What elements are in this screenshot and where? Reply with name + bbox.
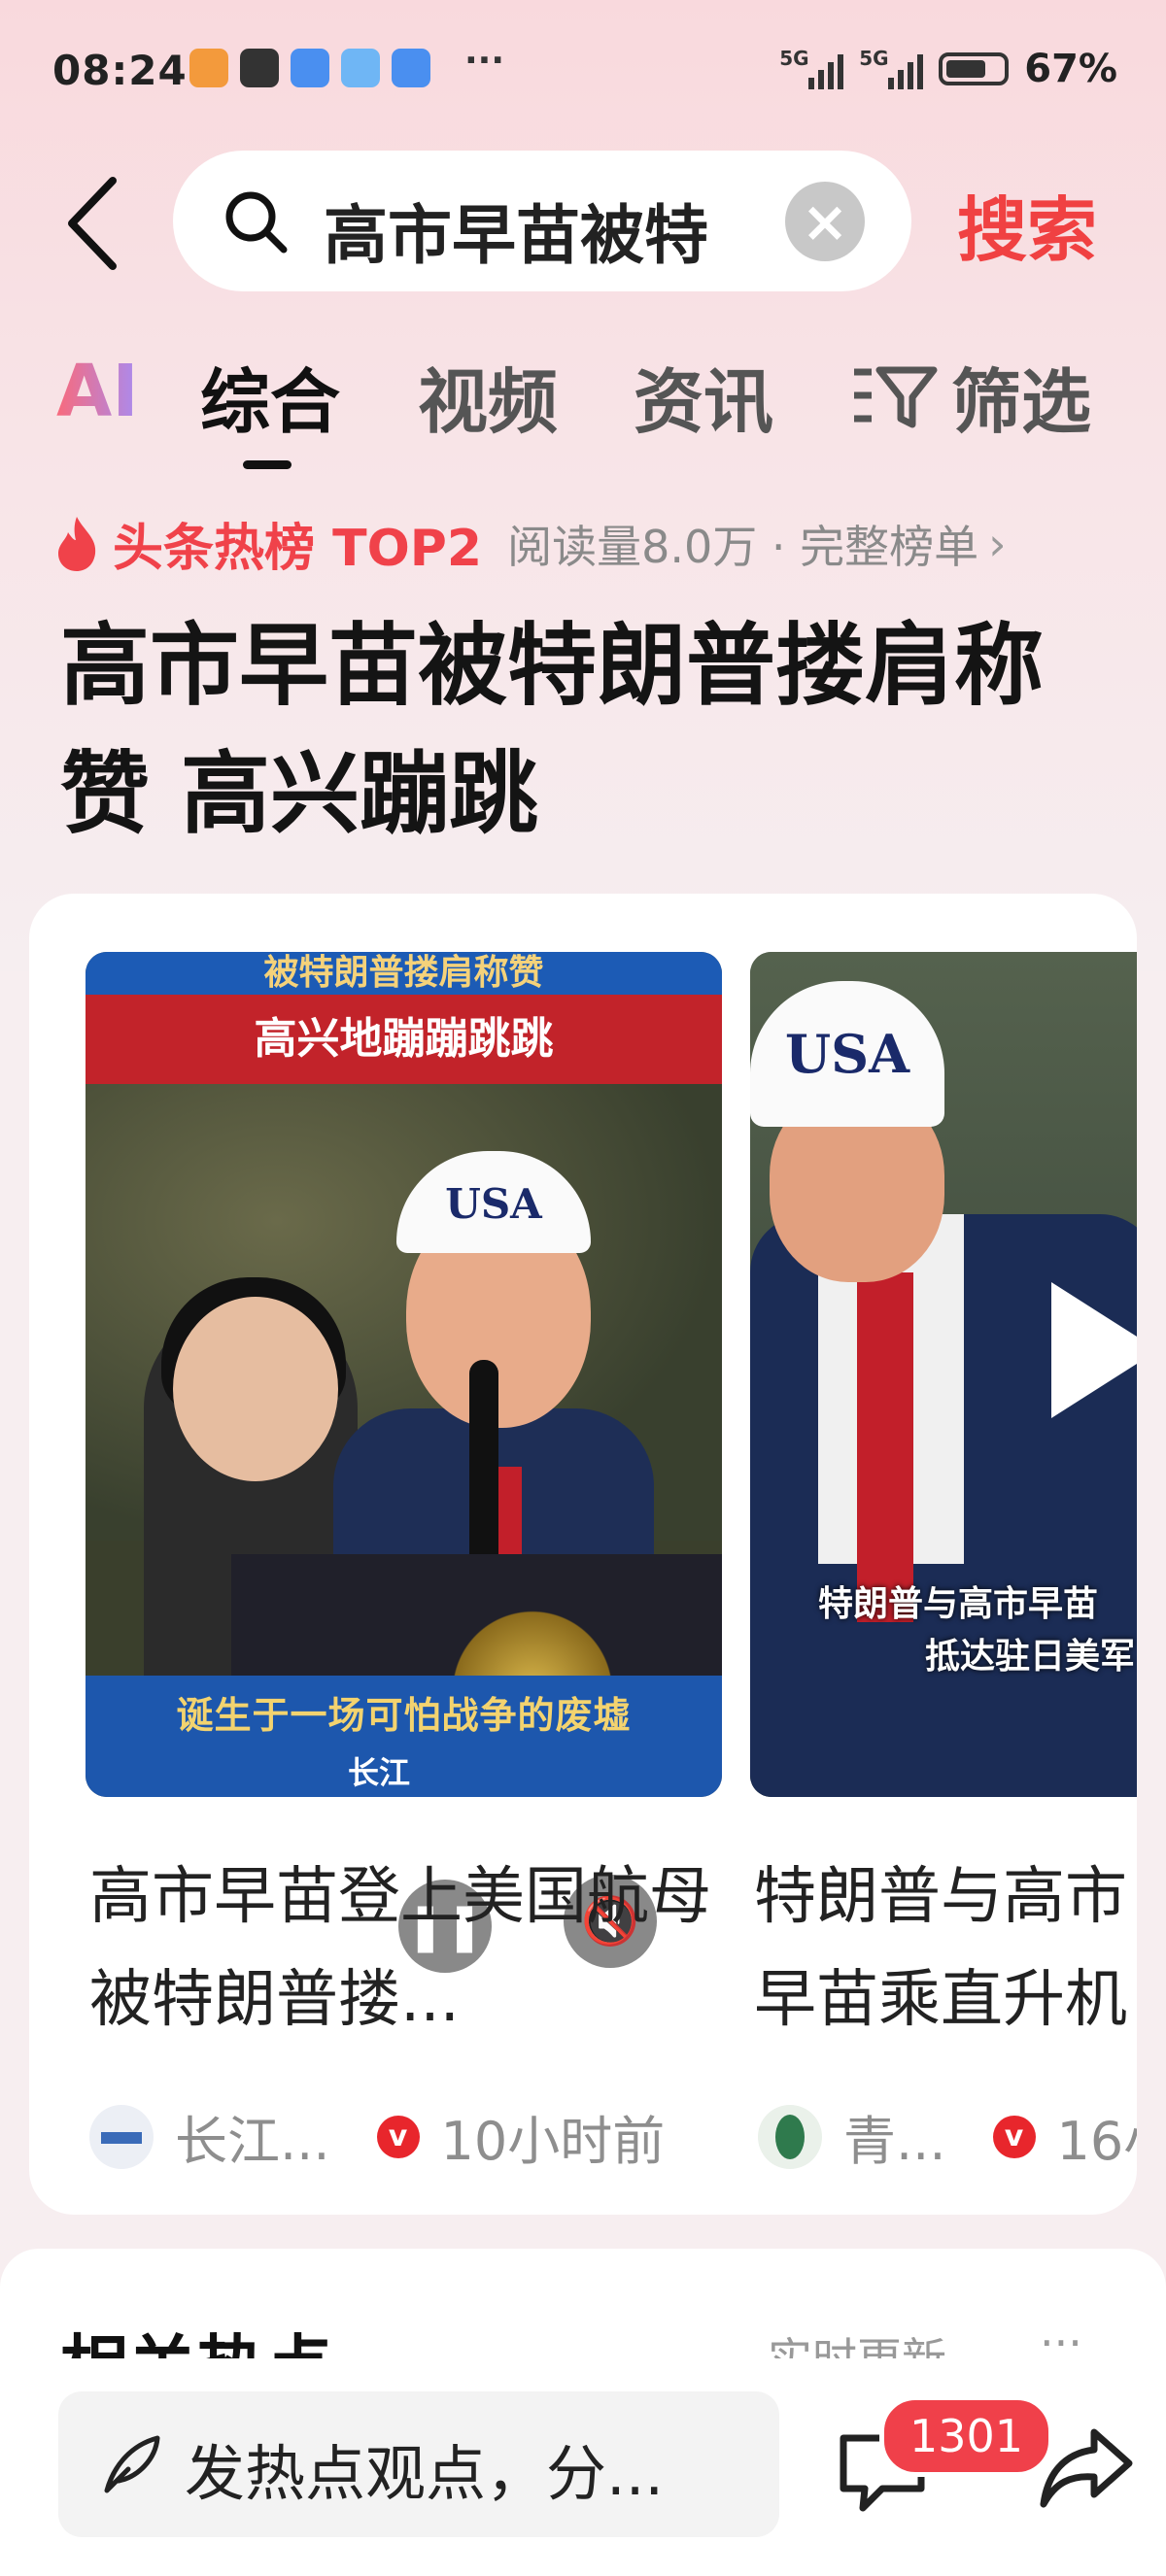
video-title[interactable]: 特朗普与高市早苗乘直升机抵达 <box>754 1846 1137 2051</box>
weather-notification-icon <box>341 49 380 87</box>
search-icon <box>225 191 288 254</box>
comment-placeholder: 发热点观点，分... <box>185 2438 665 2509</box>
back-icon[interactable] <box>64 175 122 272</box>
publish-time: 16小时前 <box>1056 2111 1138 2172</box>
status-time: 08:24 <box>52 47 188 94</box>
video-card: 被特朗普搂肩称赞 高兴地蹦蹦跳跳 USA 诞生于一场可怕战争的废墟 长江 ❚❚ … <box>29 894 1137 2215</box>
chevron-right-icon: › <box>988 517 1007 570</box>
upload-notification-icon <box>240 49 279 87</box>
search-button[interactable]: 搜索 <box>957 173 1097 275</box>
system-status: 5G 5G 67% <box>779 47 1117 91</box>
section-title: 相关热点 <box>60 2313 332 2365</box>
app-notification-icon <box>189 49 228 87</box>
hot-rank-label: 头条热榜 TOP2 <box>113 520 483 578</box>
signal-icon: 5G <box>859 47 924 89</box>
tab-news[interactable]: 资讯 <box>634 345 773 447</box>
share-icon[interactable] <box>1038 2424 1135 2512</box>
tab-comprehensive[interactable]: 综合 <box>200 345 340 447</box>
verified-icon: v <box>376 2115 420 2158</box>
publish-time: 10小时前 <box>440 2111 666 2172</box>
filter-icon <box>854 366 938 427</box>
search-query: 高市早苗被特 <box>324 198 708 273</box>
video-watermark: 长江 <box>348 1754 411 1791</box>
battery-percent: 67% <box>1024 47 1117 91</box>
hot-rank-line[interactable]: 头条热榜 TOP2 阅读量8.0万 · 完整榜单 › <box>54 507 1007 580</box>
video-title[interactable]: 高市早苗登上美国航母被特朗普搂... <box>89 1846 721 2051</box>
hot-rank-meta: 阅读量8.0万 · 完整榜单 <box>507 520 979 573</box>
video-banner: 高兴地蹦蹦跳跳 <box>86 995 722 1084</box>
page-title: 高市早苗被特朗普搂肩称赞 高兴蹦跳 <box>60 614 1045 846</box>
avatar <box>89 2104 154 2169</box>
signal-icon: 5G <box>779 47 844 89</box>
browser2-notification-icon <box>392 49 430 87</box>
bottom-bar: 发热点观点，分... 1301 <box>0 2358 1166 2576</box>
notification-icons <box>189 49 430 87</box>
browser-notification-icon <box>291 49 329 87</box>
tab-video[interactable]: 视频 <box>418 345 558 447</box>
pen-icon <box>104 2435 160 2493</box>
red-tie <box>857 1272 913 1622</box>
flame-icon <box>58 516 96 571</box>
comment-input[interactable]: 发热点观点，分... <box>58 2391 779 2537</box>
tab-ai[interactable]: AI <box>56 350 139 433</box>
video-thumbnail[interactable]: USA 特朗普与高市早苗 抵达驻日美军 <box>750 952 1137 1797</box>
video-source[interactable]: 长江... v 10小时前 <box>89 2098 665 2175</box>
video-subtitle: 特朗普与高市早苗 抵达驻日美军 <box>818 1584 1136 1677</box>
video-thumbnail[interactable]: 被特朗普搂肩称赞 高兴地蹦蹦跳跳 USA 诞生于一场可怕战争的废墟 长江 <box>86 952 722 1797</box>
tab-active-indicator <box>243 460 292 469</box>
play-icon[interactable] <box>1051 1282 1137 1418</box>
related-section: 相关热点 实时更新 ··· <box>0 2249 1166 2365</box>
avatar <box>758 2104 822 2169</box>
source-name: 青... <box>843 2111 946 2172</box>
clear-icon[interactable]: × <box>785 182 865 261</box>
video-banner: 被特朗普搂肩称赞 <box>86 952 722 995</box>
battery-icon <box>939 52 1010 85</box>
verified-icon: v <box>992 2115 1036 2158</box>
video-subtitle: 诞生于一场可怕战争的废墟 <box>176 1694 632 1737</box>
comment-count-badge: 1301 <box>879 2395 1054 2477</box>
status-bar: 08:24 ··· 5G 5G 67% <box>0 0 1166 146</box>
woman-face <box>173 1297 338 1481</box>
tab-filter[interactable]: 筛选 <box>850 345 1091 447</box>
more-notifications-icon: ··· <box>464 41 505 81</box>
source-name: 长江... <box>175 2111 330 2172</box>
video-source[interactable]: 青... v 16小时前 <box>758 2098 1137 2175</box>
search-input[interactable]: 高市早苗被特 × <box>173 151 911 291</box>
